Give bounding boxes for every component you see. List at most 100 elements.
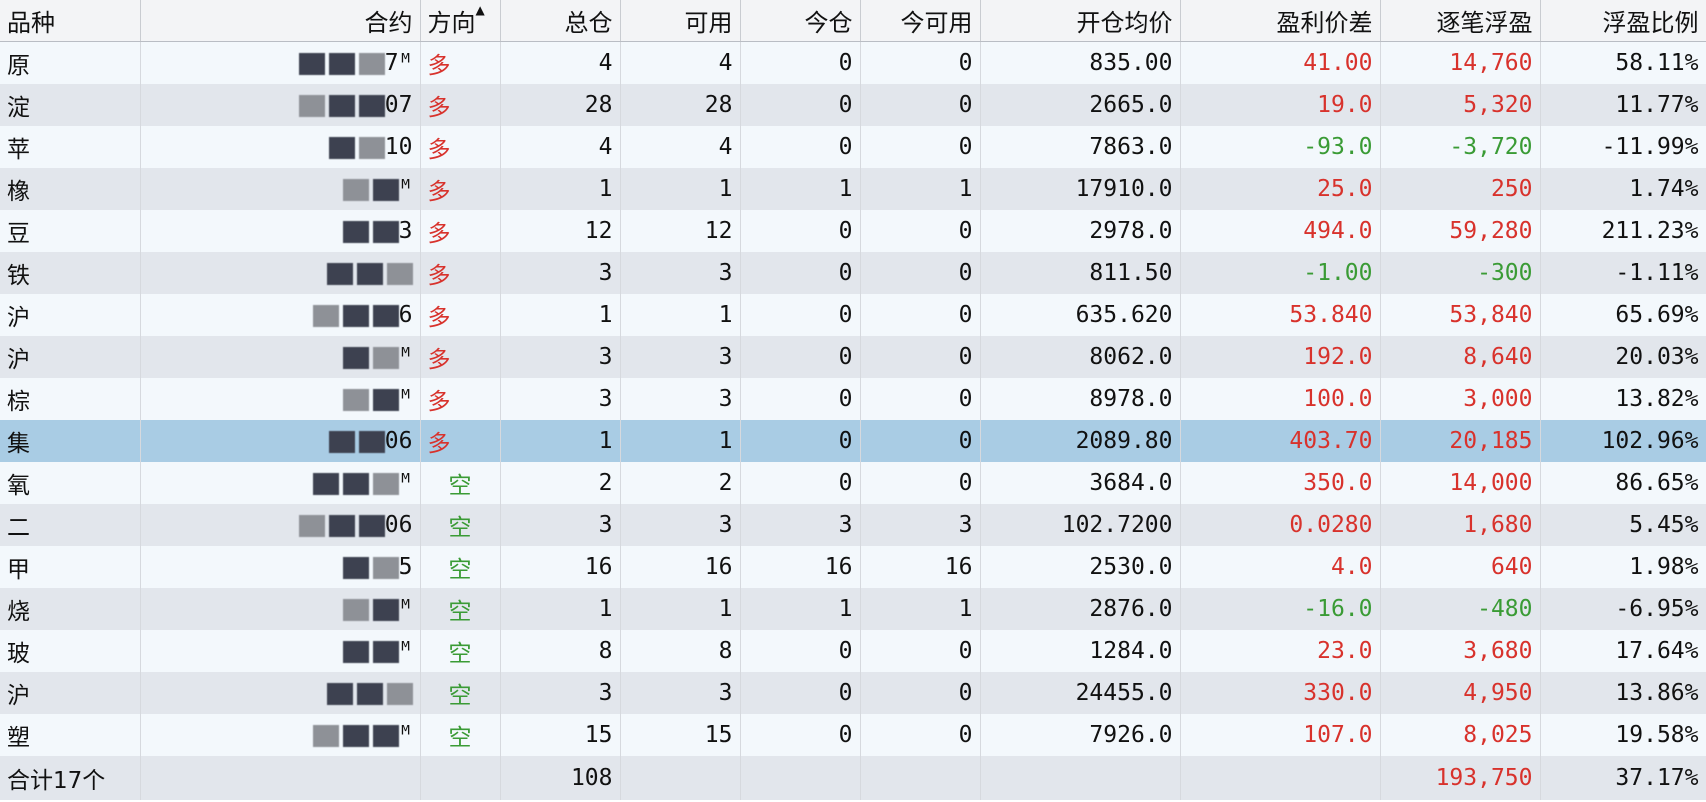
contract-cell: 06 [140, 504, 421, 546]
contract-cell: ᴹ [140, 588, 421, 630]
redaction-block [372, 472, 399, 495]
contract-cell: ᴹ [140, 714, 421, 756]
redaction-block [356, 682, 383, 705]
profit-diff-cell: 350.0 [1180, 462, 1381, 504]
today-available-cell: 0 [860, 672, 981, 714]
avg-price-cell: 17910.0 [980, 168, 1181, 210]
redaction-block [312, 724, 339, 747]
total-cell: 1 [500, 168, 621, 210]
profit-diff-cell: 403.70 [1180, 420, 1381, 462]
profit-diff-cell: 19.0 [1180, 84, 1381, 126]
today-cell: 0 [740, 420, 861, 462]
table-row[interactable]: 淀 07 多 28 28 0 0 2665.0 19.0 5,320 11.77% [0, 84, 1706, 126]
today-cell: 0 [740, 630, 861, 672]
redaction-block [342, 346, 369, 369]
redaction-block [312, 304, 339, 327]
col-header-today-available[interactable]: 今可用 [860, 0, 981, 42]
variety-cell: 玻 [0, 630, 141, 672]
contract-cell: ᴹ [140, 168, 421, 210]
total-available-cell [620, 756, 741, 800]
available-cell: 2 [620, 462, 741, 504]
contract-code: 10 [384, 134, 413, 160]
table-row[interactable]: 二 06 空 3 3 3 3 102.7200 0.0280 1,680 5.45% [0, 504, 1706, 546]
total-today-available-cell [860, 756, 981, 800]
total-cell: 3 [500, 252, 621, 294]
float-pl-cell: 14,760 [1380, 41, 1541, 84]
direction-cell: 多 [420, 294, 501, 336]
contract-code: 7ᴹ [384, 50, 413, 76]
table-row[interactable]: 塑 ᴹ 空 15 15 0 0 7926.0 107.0 8,025 19.58% [0, 714, 1706, 756]
col-header-today[interactable]: 今仓 [740, 0, 861, 42]
total-float-pl: 193,750 [1380, 756, 1541, 800]
redaction-block [298, 52, 325, 75]
redaction-block [326, 262, 353, 285]
col-header-float-ratio[interactable]: 浮盈比例 [1540, 0, 1706, 42]
direction-cell: 空 [420, 504, 501, 546]
col-header-variety[interactable]: 品种 [0, 0, 141, 42]
variety-cell: 棕 [0, 378, 141, 420]
direction-cell: 空 [420, 462, 501, 504]
total-row: 合计17个 108 193,750 37.17% [0, 756, 1706, 800]
table-row[interactable]: 沪 6 多 1 1 0 0 635.620 53.840 53,840 65.69% [0, 294, 1706, 336]
today-available-cell: 0 [860, 41, 981, 84]
table-row[interactable]: 烧 ᴹ 空 1 1 1 1 2876.0 -16.0 -480 -6.95% [0, 588, 1706, 630]
float-pl-cell: 8,640 [1380, 336, 1541, 378]
contract-code: ᴹ [398, 638, 413, 664]
total-cell: 16 [500, 546, 621, 588]
table-row[interactable]: 沪空 3 3 0 0 24455.0 330.0 4,950 13.86% [0, 672, 1706, 714]
available-cell: 1 [620, 588, 741, 630]
avg-price-cell: 3684.0 [980, 462, 1181, 504]
avg-price-cell: 2876.0 [980, 588, 1181, 630]
col-header-direction[interactable]: 方向▲ [420, 0, 501, 42]
total-cell: 4 [500, 41, 621, 84]
avg-price-cell: 8978.0 [980, 378, 1181, 420]
table-row[interactable]: 棕 ᴹ 多 3 3 0 0 8978.0 100.0 3,000 13.82% [0, 378, 1706, 420]
col-header-contract[interactable]: 合约 [140, 0, 421, 42]
today-available-cell: 0 [860, 462, 981, 504]
variety-cell: 集 [0, 420, 141, 462]
today-cell: 0 [740, 294, 861, 336]
table-row[interactable]: 集 06 多 1 1 0 0 2089.80 403.70 20,185 102.96% [0, 420, 1706, 462]
total-cell: 3 [500, 336, 621, 378]
col-header-float-pl[interactable]: 逐笔浮盈 [1380, 0, 1541, 42]
table-row[interactable]: 苹 10 多 4 4 0 0 7863.0 -93.0 -3,720 -11.99% [0, 126, 1706, 168]
float-pl-cell: 3,680 [1380, 630, 1541, 672]
table-row[interactable]: 原 7ᴹ 多 4 4 0 0 835.00 41.00 14,760 58.11% [0, 41, 1706, 84]
table-row[interactable]: 豆 3 多 12 12 0 0 2978.0 494.0 59,280 211.23% [0, 210, 1706, 252]
available-cell: 28 [620, 84, 741, 126]
redaction-block [328, 94, 355, 117]
contract-code: 06 [384, 428, 413, 454]
available-cell: 4 [620, 126, 741, 168]
float-ratio-cell: 65.69% [1540, 294, 1706, 336]
redaction-block [326, 682, 353, 705]
profit-diff-cell: 4.0 [1180, 546, 1381, 588]
float-pl-cell: 14,000 [1380, 462, 1541, 504]
avg-price-cell: 811.50 [980, 252, 1181, 294]
contract-cell: 3 [140, 210, 421, 252]
profit-diff-cell: 330.0 [1180, 672, 1381, 714]
table-row[interactable]: 铁多 3 3 0 0 811.50 -1.00 -300 -1.11% [0, 252, 1706, 294]
col-header-profit-diff[interactable]: 盈利价差 [1180, 0, 1381, 42]
profit-diff-cell: -1.00 [1180, 252, 1381, 294]
col-header-available[interactable]: 可用 [620, 0, 741, 42]
variety-cell: 沪 [0, 336, 141, 378]
variety-cell: 铁 [0, 252, 141, 294]
redaction-block [358, 136, 385, 159]
table-row[interactable]: 玻 ᴹ 空 8 8 0 0 1284.0 23.0 3,680 17.64% [0, 630, 1706, 672]
table-row[interactable]: 甲 5 空 16 16 16 16 2530.0 4.0 640 1.98% [0, 546, 1706, 588]
float-pl-cell: 20,185 [1380, 420, 1541, 462]
col-header-total[interactable]: 总仓 [500, 0, 621, 42]
variety-cell: 塑 [0, 714, 141, 756]
total-label: 合计17个 [0, 756, 141, 800]
avg-price-cell: 8062.0 [980, 336, 1181, 378]
float-ratio-cell: 13.82% [1540, 378, 1706, 420]
table-row[interactable]: 沪 ᴹ 多 3 3 0 0 8062.0 192.0 8,640 20.03% [0, 336, 1706, 378]
redaction-block [372, 346, 399, 369]
table-row[interactable]: 橡 ᴹ 多 1 1 1 1 17910.0 25.0 250 1.74% [0, 168, 1706, 210]
col-header-avg-price[interactable]: 开仓均价 [980, 0, 1181, 42]
redaction-block [386, 262, 413, 285]
redaction-block [356, 262, 383, 285]
table-row[interactable]: 氧 ᴹ 空 2 2 0 0 3684.0 350.0 14,000 86.65% [0, 462, 1706, 504]
today-available-cell: 0 [860, 714, 981, 756]
redaction-block [358, 52, 385, 75]
